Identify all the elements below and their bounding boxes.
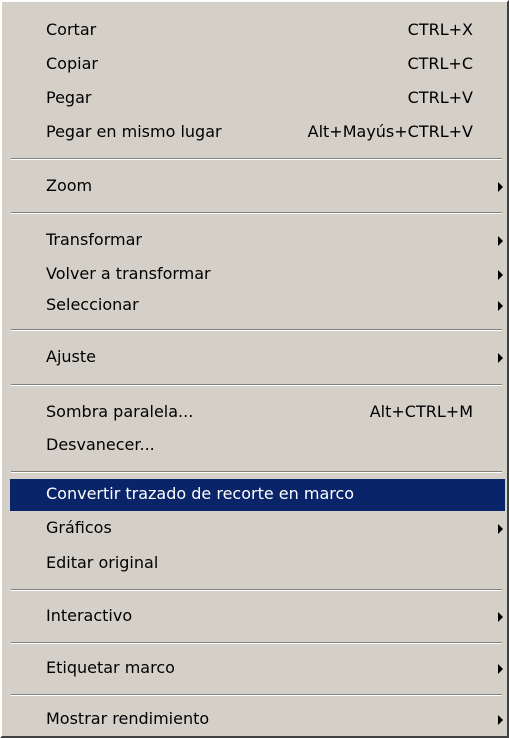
menu-item-label: Pegar en mismo lugar [46,122,222,141]
menu-item-shortcut: Alt+Mayús+CTRL+V [307,122,473,141]
menu-item-volver-a-transformar[interactable]: Volver a transformar [10,259,505,291]
menu-item-shortcut: Alt+CTRL+M [369,402,473,421]
menu-item-shortcut: CTRL+X [407,20,473,39]
menu-item-sombra-paralela[interactable]: Sombra paralela... Alt+CTRL+M [10,397,505,429]
menu-item-ajuste[interactable]: Ajuste [10,342,505,374]
menu-separator [11,158,502,160]
submenu-arrow-icon [498,612,503,622]
submenu-arrow-icon [498,236,503,246]
menu-item-label: Transformar [46,230,142,249]
submenu-arrow-icon [498,301,503,311]
menu-item-label: Desvanecer... [46,435,155,454]
menu-item-graficos[interactable]: Gráficos [10,513,505,545]
menu-item-shortcut: CTRL+C [407,54,473,73]
menu-item-copiar[interactable]: Copiar CTRL+C [10,49,505,81]
menu-item-editar-original[interactable]: Editar original [10,548,505,580]
menu-item-pegar[interactable]: Pegar CTRL+V [10,83,505,115]
menu-item-zoom[interactable]: Zoom [10,171,505,203]
menu-item-interactivo[interactable]: Interactivo [10,601,505,633]
menu-separator [11,471,502,473]
submenu-arrow-icon [498,524,503,534]
menu-item-pegar-en-mismo-lugar[interactable]: Pegar en mismo lugar Alt+Mayús+CTRL+V [10,117,505,149]
menu-item-label: Etiquetar marco [46,658,175,677]
menu-item-etiquetar-marco[interactable]: Etiquetar marco [10,653,505,685]
menu-item-mostrar-rendimiento[interactable]: Mostrar rendimiento [10,704,505,736]
menu-item-label: Convertir trazado de recorte en marco [46,484,355,503]
submenu-arrow-icon [498,715,503,725]
menu-item-cortar[interactable]: Cortar CTRL+X [10,15,505,47]
menu-separator [11,589,502,591]
menu-item-label: Seleccionar [46,295,139,314]
menu-item-desvanecer[interactable]: Desvanecer... [10,430,505,462]
menu-item-label: Editar original [46,553,159,572]
menu-item-convertir-trazado[interactable]: Convertir trazado de recorte en marco [10,479,505,511]
menu-item-shortcut: CTRL+V [407,88,473,107]
menu-separator [11,694,502,696]
context-menu: Cortar CTRL+X Copiar CTRL+C Pegar CTRL+V… [0,0,509,738]
menu-item-label: Sombra paralela... [46,402,194,421]
menu-item-transformar[interactable]: Transformar [10,225,505,257]
menu-item-seleccionar[interactable]: Seleccionar [10,290,505,322]
submenu-arrow-icon [498,353,503,363]
menu-separator [11,329,502,331]
menu-separator [11,212,502,214]
menu-item-label: Ajuste [46,347,96,366]
menu-item-label: Interactivo [46,606,133,625]
submenu-arrow-icon [498,270,503,280]
menu-separator [11,384,502,386]
menu-item-label: Zoom [46,176,93,195]
menu-item-label: Copiar [46,54,98,73]
menu-item-label: Cortar [46,20,97,39]
submenu-arrow-icon [498,664,503,674]
submenu-arrow-icon [498,182,503,192]
menu-item-label: Gráficos [46,518,112,537]
menu-item-label: Mostrar rendimiento [46,709,210,728]
menu-separator [11,642,502,644]
menu-item-label: Pegar [46,88,92,107]
menu-item-label: Volver a transformar [46,264,211,283]
